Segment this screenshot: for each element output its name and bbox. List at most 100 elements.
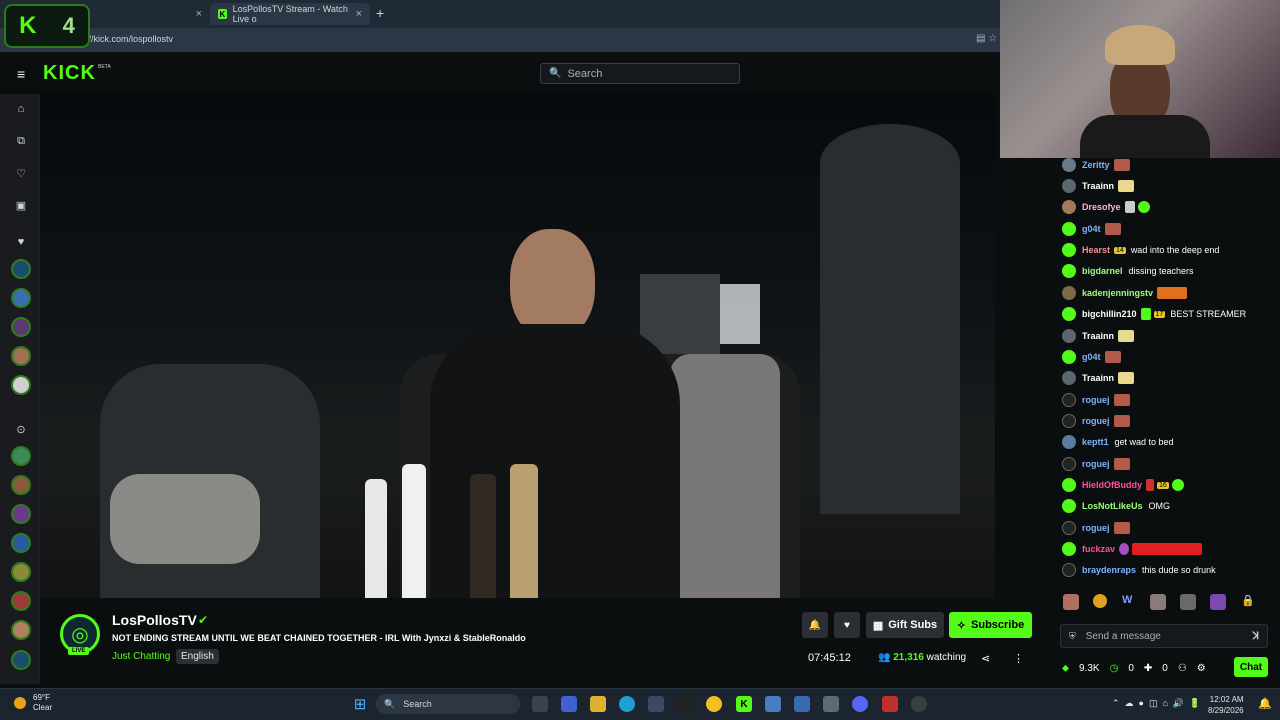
settings-app-icon[interactable]: [823, 696, 839, 712]
chat-username[interactable]: kadenjenningstv: [1082, 288, 1153, 298]
photos-icon[interactable]: [794, 696, 810, 712]
sidebar-avatar[interactable]: [11, 591, 31, 611]
sidebar-avatar[interactable]: [11, 650, 31, 670]
chat-username[interactable]: HieldOfBuddy: [1082, 480, 1142, 490]
chat-username[interactable]: Traainn: [1082, 373, 1114, 383]
media-app-icon[interactable]: [882, 696, 898, 712]
taskbar-search-input[interactable]: 🔍 Search: [376, 694, 520, 714]
sidebar-avatar[interactable]: [11, 533, 31, 553]
browser-tab-kick[interactable]: K LosPollosTV Stream - Watch Live o ×: [210, 3, 370, 25]
system-tray-icons[interactable]: ⌃ ☁ ● ◫ ⌂ 🔊 🔋: [1112, 698, 1200, 709]
chat-text: wad into the deep end: [1130, 245, 1220, 255]
terminal-icon[interactable]: [677, 696, 693, 712]
emote-icon[interactable]: W: [1122, 594, 1132, 606]
shop-icon[interactable]: ▣: [14, 199, 28, 212]
user-icon[interactable]: ⚇: [1178, 663, 1187, 674]
gear-icon[interactable]: ⚙: [1197, 663, 1206, 674]
copilot-icon[interactable]: [561, 696, 577, 712]
emote-icon[interactable]: [1150, 594, 1166, 610]
following-icon[interactable]: ♡: [14, 167, 28, 180]
chat-username[interactable]: fuckzav: [1082, 544, 1115, 554]
language-tag[interactable]: English: [176, 649, 219, 664]
footer-value-a[interactable]: 0: [1128, 663, 1134, 674]
kick-app-icon[interactable]: K: [736, 696, 752, 712]
emote-icon[interactable]: [1210, 594, 1226, 610]
emote-icon: [1118, 330, 1135, 342]
video-player[interactable]: [40, 94, 995, 598]
address-bar-icons[interactable]: ▤ ☆: [976, 33, 997, 44]
task-view-icon[interactable]: [532, 696, 548, 712]
discord-icon[interactable]: [852, 696, 868, 712]
sidebar-avatar[interactable]: [11, 346, 31, 366]
sidebar-avatar[interactable]: [11, 475, 31, 495]
points-value[interactable]: 9.3K: [1079, 663, 1100, 674]
search-input[interactable]: 🔍 Search: [540, 63, 740, 84]
chat-username[interactable]: roguej: [1082, 459, 1110, 469]
sidebar-avatar[interactable]: [11, 446, 31, 466]
chat-username[interactable]: Hearst: [1082, 245, 1110, 255]
chat-username[interactable]: Zeritty: [1082, 160, 1110, 170]
more-options-icon[interactable]: ⋮: [1013, 652, 1024, 665]
chat-send-button[interactable]: Chat: [1234, 657, 1268, 677]
chat-username[interactable]: bigchillin210: [1082, 309, 1137, 319]
recommended-icon[interactable]: ⊙: [14, 423, 28, 436]
taskbar-clock[interactable]: 12:02 AM 8/29/2026: [1208, 694, 1244, 716]
category-link[interactable]: Just Chatting: [112, 651, 170, 662]
subscribe-button[interactable]: ✧ Subscribe: [949, 612, 1032, 638]
search-icon: 🔍: [384, 698, 396, 709]
follow-button[interactable]: ♥: [834, 612, 860, 638]
close-icon[interactable]: ×: [196, 8, 202, 20]
browse-icon[interactable]: ⧉: [14, 135, 28, 148]
streamer-name[interactable]: LosPollosTV: [112, 612, 197, 628]
sidebar-avatar[interactable]: [11, 620, 31, 640]
chat-username[interactable]: g04t: [1082, 352, 1101, 362]
chrome-icon[interactable]: [706, 696, 722, 712]
chat-username[interactable]: roguej: [1082, 395, 1110, 405]
emote-picker-icon[interactable]: ꓘ: [1252, 631, 1259, 642]
sidebar-avatar[interactable]: [11, 317, 31, 337]
notification-bell-icon[interactable]: 🔔: [1258, 697, 1272, 710]
chat-username[interactable]: g04t: [1082, 224, 1101, 234]
file-explorer-icon[interactable]: [590, 696, 606, 712]
menu-icon[interactable]: ≡: [17, 66, 25, 82]
weather-moon-icon[interactable]: [14, 697, 26, 709]
sidebar-avatar[interactable]: [11, 259, 31, 279]
sidebar-avatar[interactable]: [11, 375, 31, 395]
share-icon[interactable]: ⋖: [981, 652, 990, 665]
new-tab-button[interactable]: +: [376, 5, 384, 21]
sidebar-avatar[interactable]: [11, 504, 31, 524]
emote-icon: [1118, 372, 1135, 384]
url-text[interactable]: ://kick.com/lospollostv: [86, 34, 173, 44]
sidebar-avatar[interactable]: [11, 562, 31, 582]
chat-username[interactable]: Traainn: [1082, 181, 1114, 191]
gift-subs-button[interactable]: ▦ Gift Subs: [866, 612, 944, 638]
home-icon[interactable]: ⌂: [14, 103, 28, 115]
chat-username[interactable]: bigdarnel: [1082, 266, 1123, 276]
notification-bell-button[interactable]: 🔔: [802, 612, 828, 638]
weather-widget[interactable]: 69°F Clear: [33, 693, 52, 713]
chat-username[interactable]: roguej: [1082, 523, 1110, 533]
chat-username[interactable]: Traainn: [1082, 331, 1114, 341]
chat-username[interactable]: roguej: [1082, 416, 1110, 426]
kick-logo[interactable]: KICK: [43, 62, 96, 85]
obs-icon[interactable]: [911, 696, 927, 712]
footer-value-b[interactable]: 0: [1162, 663, 1168, 674]
heart-icon[interactable]: ♥: [14, 236, 28, 248]
store-icon[interactable]: [648, 696, 664, 712]
chat-username[interactable]: LosNotLikeUs: [1082, 501, 1143, 511]
chat-message: bigdarnel dissing teachers: [1062, 262, 1194, 280]
chat-message: g04t: [1062, 220, 1124, 238]
emote-icon[interactable]: [1063, 594, 1079, 610]
emote-icon[interactable]: [1093, 594, 1107, 608]
close-icon[interactable]: ×: [356, 8, 362, 20]
notepad-icon[interactable]: [765, 696, 781, 712]
chat-input[interactable]: ⛨ Send a message ꓘ: [1060, 624, 1268, 648]
emote-icon: [1137, 201, 1150, 213]
sidebar-avatar[interactable]: [11, 288, 31, 308]
chat-username[interactable]: keptt1: [1082, 437, 1109, 447]
chat-username[interactable]: Dresofye: [1082, 202, 1121, 212]
edge-browser-icon[interactable]: [619, 696, 635, 712]
chat-username[interactable]: braydenraps: [1082, 565, 1136, 575]
emote-icon[interactable]: [1180, 594, 1196, 610]
windows-start-icon[interactable]: ⊞: [352, 696, 368, 713]
